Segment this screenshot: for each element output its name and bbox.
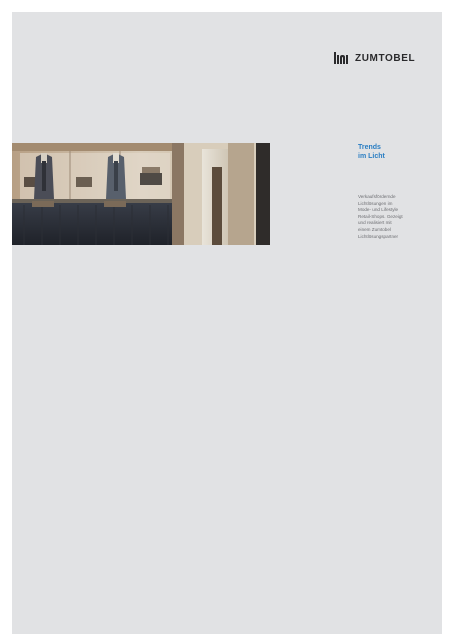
brand-name: ZUMTOBEL <box>355 52 416 64</box>
heading-line: Trends <box>358 144 381 151</box>
description-line: einem Zumtobel <box>358 226 391 232</box>
description-line: Verkaufsfördernde <box>358 194 396 199</box>
description-line: Lichtlösungen im <box>358 200 393 206</box>
cover-description: Verkaufsfördernde Lichtlösungen im Mode-… <box>358 194 438 240</box>
description-line: Mode- und Lifestyle <box>358 207 399 213</box>
description-line: Lichtlösungspartner <box>358 233 399 239</box>
zumtobel-logo-mark-icon <box>334 52 348 64</box>
hero-photo-boutique <box>12 143 270 245</box>
description-line: und realisiert mit <box>358 220 392 226</box>
heading-line: im Licht <box>358 153 385 160</box>
cover-heading: Trends im Licht <box>358 143 438 161</box>
brochure-cover: ZUMTOBEL Trends im Licht Verkaufsfördern… <box>12 12 442 634</box>
brand-logo: ZUMTOBEL <box>334 52 415 64</box>
description-line: Retail-Shops. Gezeigt <box>358 213 403 219</box>
